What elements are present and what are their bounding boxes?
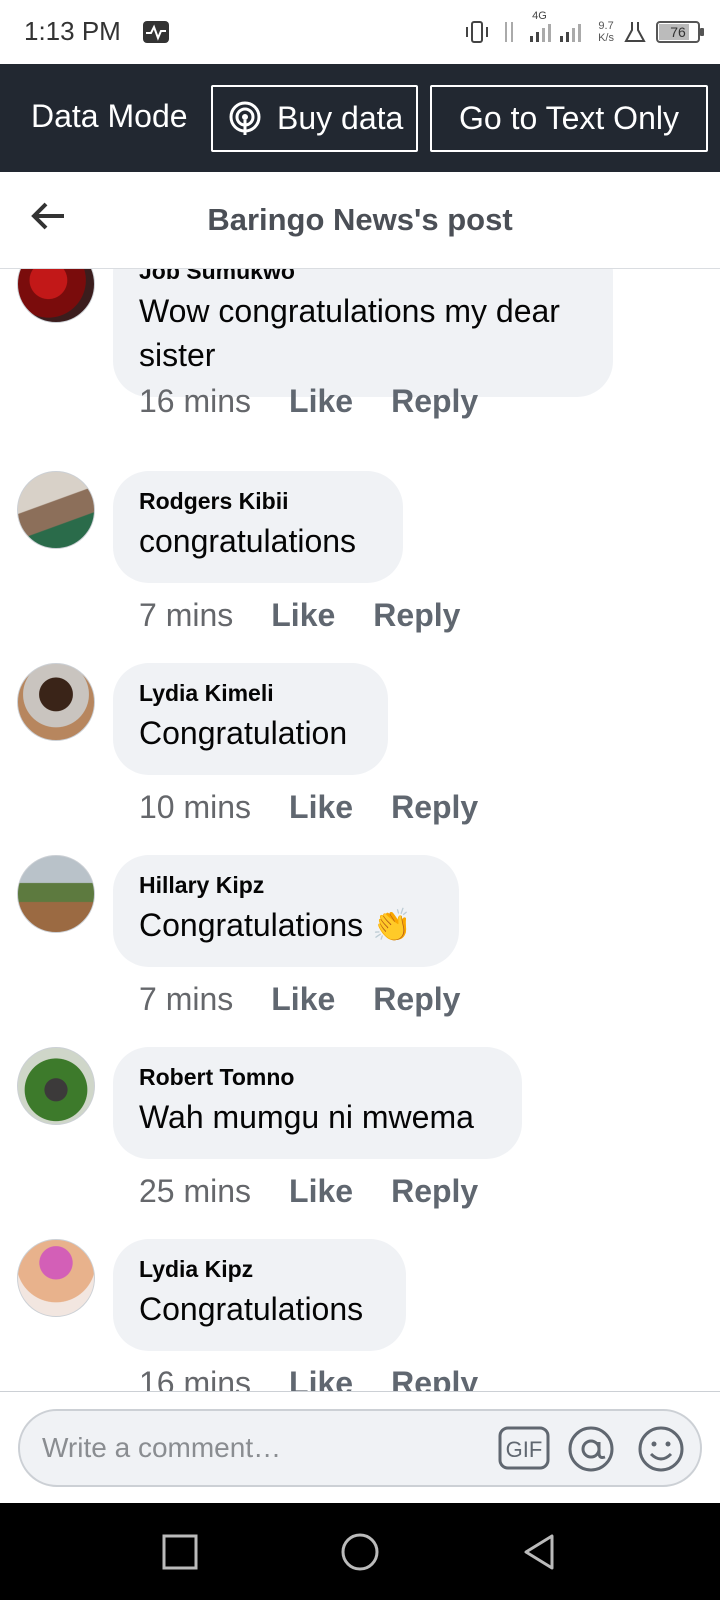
reply-button[interactable]: Reply xyxy=(391,1173,478,1210)
page-title: Baringo News's post xyxy=(207,202,513,237)
recents-icon[interactable] xyxy=(158,1530,202,1574)
battery-icon: 76 xyxy=(656,21,704,43)
data-mode-bar: Data Mode Buy data Go to Text Only xyxy=(0,64,720,172)
svg-text:GIF: GIF xyxy=(506,1437,543,1462)
comment-time[interactable]: 7 mins xyxy=(139,597,233,634)
buy-data-label: Buy data xyxy=(277,100,404,136)
comment-meta: 25 mins Like Reply xyxy=(139,1173,478,1210)
data-transfer-icon xyxy=(505,22,514,42)
avatar[interactable] xyxy=(17,269,95,323)
comment-meta: 7 mins Like Reply xyxy=(139,981,460,1018)
comment-author[interactable]: Rodgers Kibii xyxy=(139,487,377,515)
network-type: 4G xyxy=(532,9,547,22)
comment-author[interactable]: Robert Tomno xyxy=(139,1063,496,1091)
status-time: 1:13 PM xyxy=(24,16,121,46)
comment-author[interactable]: Lydia Kimeli xyxy=(139,679,362,707)
avatar[interactable] xyxy=(17,855,95,933)
comment-bubble: Lydia Kipz Congratulations xyxy=(113,1239,406,1351)
data-mode-label: Data Mode xyxy=(31,98,188,134)
text-only-button[interactable]: Go to Text Only xyxy=(430,85,708,152)
reply-button[interactable]: Reply xyxy=(373,597,460,634)
like-button[interactable]: Like xyxy=(289,1173,353,1210)
vibrate-icon xyxy=(466,21,489,43)
comment-time[interactable]: 7 mins xyxy=(139,981,233,1018)
clapping-hands-emoji: 👏 xyxy=(372,907,412,943)
like-button[interactable]: Like xyxy=(271,597,335,634)
activity-icon xyxy=(143,21,169,43)
reply-button[interactable]: Reply xyxy=(391,1365,478,1391)
like-button[interactable]: Like xyxy=(289,383,353,420)
comment-bubble: Lydia Kimeli Congratulation xyxy=(113,663,388,775)
avatar[interactable] xyxy=(17,1047,95,1125)
back-icon[interactable] xyxy=(518,1530,562,1574)
comment-time[interactable]: 25 mins xyxy=(139,1173,251,1210)
comment-author[interactable]: Lydia Kipz xyxy=(139,1255,380,1283)
reply-button[interactable]: Reply xyxy=(391,383,478,420)
signal-4g: 4G xyxy=(528,10,588,49)
comment-composer: GIF xyxy=(0,1391,720,1503)
hotspot-icon xyxy=(229,101,261,135)
text-only-label: Go to Text Only xyxy=(459,100,679,136)
status-bar: 1:13 PM 4G 9.7 K/s 76 xyxy=(0,0,720,64)
comment-meta: 16 mins Like Reply xyxy=(139,1365,478,1391)
avatar[interactable] xyxy=(17,663,95,741)
comment-time[interactable]: 16 mins xyxy=(139,383,251,420)
comments-list: Job Sumukwo Wow congratulations my dear … xyxy=(0,269,720,1391)
comment-meta: 7 mins Like Reply xyxy=(139,597,460,634)
comment-text: Wah mumgu ni mwema xyxy=(139,1099,474,1135)
like-button[interactable]: Like xyxy=(271,981,335,1018)
like-button[interactable]: Like xyxy=(289,789,353,826)
comment-text: Congratulations xyxy=(139,1291,364,1327)
comment-bubble: Hillary Kipz Congratulations 👏 xyxy=(113,855,459,967)
gif-icon: GIF xyxy=(498,1426,550,1470)
comment-meta: 16 mins Like Reply xyxy=(139,383,478,420)
flask-icon xyxy=(624,22,646,42)
comment-text: Congratulations 👏 xyxy=(139,907,412,943)
comment-text: Wow congratulations my dear sister xyxy=(139,293,560,373)
reply-button[interactable]: Reply xyxy=(391,789,478,826)
post-header: Baringo News's post xyxy=(0,172,720,269)
comment-time[interactable]: 10 mins xyxy=(139,789,251,826)
status-icons: 4G 9.7 K/s 76 xyxy=(464,10,704,50)
avatar[interactable] xyxy=(17,471,95,549)
gif-button[interactable]: GIF xyxy=(498,1424,550,1474)
comment-bubble: Rodgers Kibii congratulations xyxy=(113,471,403,583)
comment-bubble: Job Sumukwo Wow congratulations my dear … xyxy=(113,269,613,397)
comment-bubble: Robert Tomno Wah mumgu ni mwema xyxy=(113,1047,522,1159)
reply-button[interactable]: Reply xyxy=(373,981,460,1018)
emoji-button[interactable] xyxy=(636,1424,686,1474)
buy-data-button[interactable]: Buy data xyxy=(211,85,418,152)
home-icon[interactable] xyxy=(338,1530,382,1574)
comment-author[interactable]: Hillary Kipz xyxy=(139,871,433,899)
smiley-icon xyxy=(638,1426,684,1472)
like-button[interactable]: Like xyxy=(289,1365,353,1391)
comment-text: congratulations xyxy=(139,523,357,559)
comment-author[interactable]: Job Sumukwo xyxy=(139,269,587,285)
comment-time[interactable]: 16 mins xyxy=(139,1365,251,1391)
system-nav-bar xyxy=(0,1503,720,1600)
comment-meta: 10 mins Like Reply xyxy=(139,789,478,826)
mention-button[interactable] xyxy=(566,1424,616,1474)
avatar[interactable] xyxy=(17,1239,95,1317)
comment-text: Congratulation xyxy=(139,715,348,751)
net-speed: 9.7 K/s xyxy=(598,20,614,44)
at-sign-icon xyxy=(568,1426,614,1472)
